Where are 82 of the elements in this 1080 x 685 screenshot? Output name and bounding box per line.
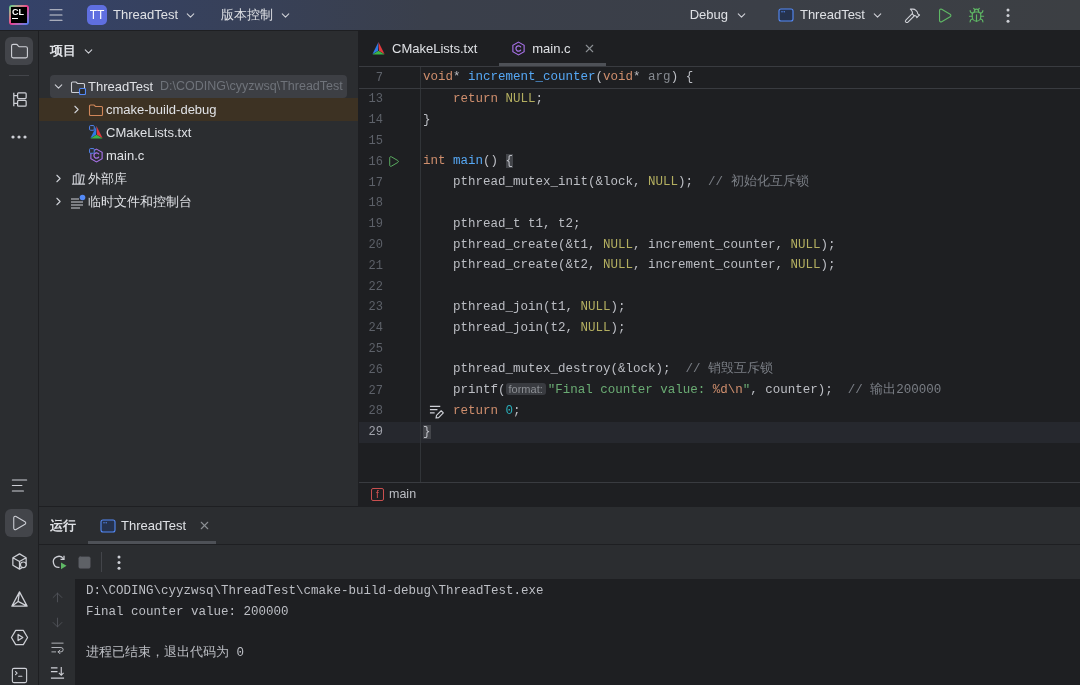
line-number: 21 — [367, 257, 383, 275]
hammer-icon[interactable] — [903, 6, 921, 24]
vcs-dropdown[interactable]: 版本控制 — [221, 5, 293, 25]
tree-item-label[interactable]: 临时文件和控制台 — [88, 191, 192, 212]
line-number: 7 — [374, 69, 383, 87]
code-line: } — [423, 111, 431, 129]
code-line: void* increment_counter(void* arg) { — [423, 69, 694, 87]
code-line: pthread_create(&t1, NULL, increment_counter, NULL); — [453, 236, 836, 254]
folder-icon — [88, 101, 104, 118]
window-icon — [100, 517, 116, 534]
panel-title: 运行 — [50, 516, 76, 535]
window-icon — [777, 7, 794, 23]
configuration-dropdown[interactable]: Debug — [689, 5, 748, 25]
line-number: 27 — [367, 382, 383, 400]
code-line: printf( format: "Final counter value: %d\n", counter); // 输出200000 — [453, 381, 942, 400]
pencil-lines-icon[interactable] — [429, 403, 444, 419]
line-number: 26 — [367, 361, 383, 379]
editor-tab[interactable]: CMakeLists.txt — [359, 31, 500, 66]
console-line: 进程已结束，退出代码为 0 — [86, 644, 244, 663]
line-number: 23 — [367, 299, 383, 317]
terminal-icon — [9, 665, 29, 685]
line-number: 28 — [367, 403, 383, 421]
code-line: pthread_mutex_init(&lock, NULL); // 初始化互斥锁 — [453, 173, 809, 192]
line-number: 16 — [367, 153, 383, 171]
code-line: int main() { — [423, 153, 514, 171]
code-line: pthread_mutex_destroy(&lock); // 销毁互斥锁 — [453, 360, 774, 379]
library-icon — [70, 171, 86, 186]
run-tab[interactable]: ThreadTest — [88, 507, 217, 544]
scratches-icon — [70, 193, 86, 210]
line-number: 17 — [367, 174, 383, 192]
cmake-file-icon — [88, 125, 104, 140]
bug-icon[interactable] — [967, 6, 985, 24]
triangle-icon — [9, 589, 29, 609]
line-number: 22 — [367, 278, 383, 296]
line-number: 24 — [367, 320, 383, 338]
project-avatar: TT — [87, 5, 107, 25]
cube-icon — [9, 551, 29, 571]
breadcrumb-item[interactable]: main — [389, 485, 417, 504]
rerun-icon[interactable] — [51, 554, 67, 570]
tree-item-label[interactable]: 外部库 — [88, 168, 127, 189]
folder-icon — [70, 78, 86, 95]
code-line: pthread_join(t2, NULL); — [453, 319, 626, 337]
tool-window-button[interactable] — [5, 509, 33, 537]
line-number: 29 — [367, 424, 383, 442]
line-number: 19 — [367, 216, 383, 234]
tree-item-label[interactable]: ThreadTest — [88, 76, 154, 97]
line-number: 20 — [367, 236, 383, 254]
function-symbol: f — [371, 488, 384, 501]
c-file-icon — [88, 148, 104, 163]
tool-window-button[interactable] — [5, 37, 33, 65]
app-logo: CL — [9, 5, 29, 25]
soft-wrap-icon[interactable] — [49, 640, 65, 655]
line-number: 14 — [367, 112, 383, 130]
tree-item-label[interactable]: CMakeLists.txt — [106, 122, 192, 143]
code-line: pthread_t t1, t2; — [453, 215, 581, 233]
more-icon[interactable] — [1006, 7, 1010, 23]
code-line: return NULL; — [453, 91, 544, 108]
play-icon[interactable] — [386, 155, 400, 169]
more-icon — [11, 135, 27, 139]
line-number: 18 — [367, 195, 383, 213]
editor-tab[interactable]: main.c — [499, 31, 606, 66]
menu-icon[interactable] — [47, 6, 65, 24]
scroll-to-end-icon[interactable] — [49, 665, 65, 680]
c-file-icon — [511, 41, 527, 56]
project-widget[interactable]: TT ThreadTest — [87, 5, 198, 25]
cmake-file-icon — [371, 41, 386, 56]
hexagon-play-icon — [9, 627, 29, 647]
line-number: 13 — [367, 91, 383, 109]
more-icon[interactable] — [117, 554, 121, 570]
tree-item-label[interactable]: main.c — [106, 145, 145, 166]
code-line: pthread_join(t1, NULL); — [453, 299, 626, 316]
run-target-dropdown[interactable]: ThreadTest — [777, 5, 884, 25]
line-number: 15 — [367, 133, 383, 150]
tree-item-label[interactable]: cmake-build-debug — [106, 99, 217, 120]
play-icon — [10, 514, 28, 532]
console-line: Final counter value: 200000 — [86, 603, 289, 621]
project-view-dropdown[interactable]: 项目 — [50, 41, 95, 61]
line-number: 25 — [367, 340, 383, 358]
code-line: return 0; — [453, 402, 521, 420]
console-line: D:\CODING\cyyzwsq\ThreadTest\cmake-build-debug\ThreadTest.exe — [86, 583, 544, 600]
code-line: pthread_create(&t2, NULL, increment_counter, NULL); — [453, 257, 836, 275]
folder-icon — [9, 41, 29, 61]
